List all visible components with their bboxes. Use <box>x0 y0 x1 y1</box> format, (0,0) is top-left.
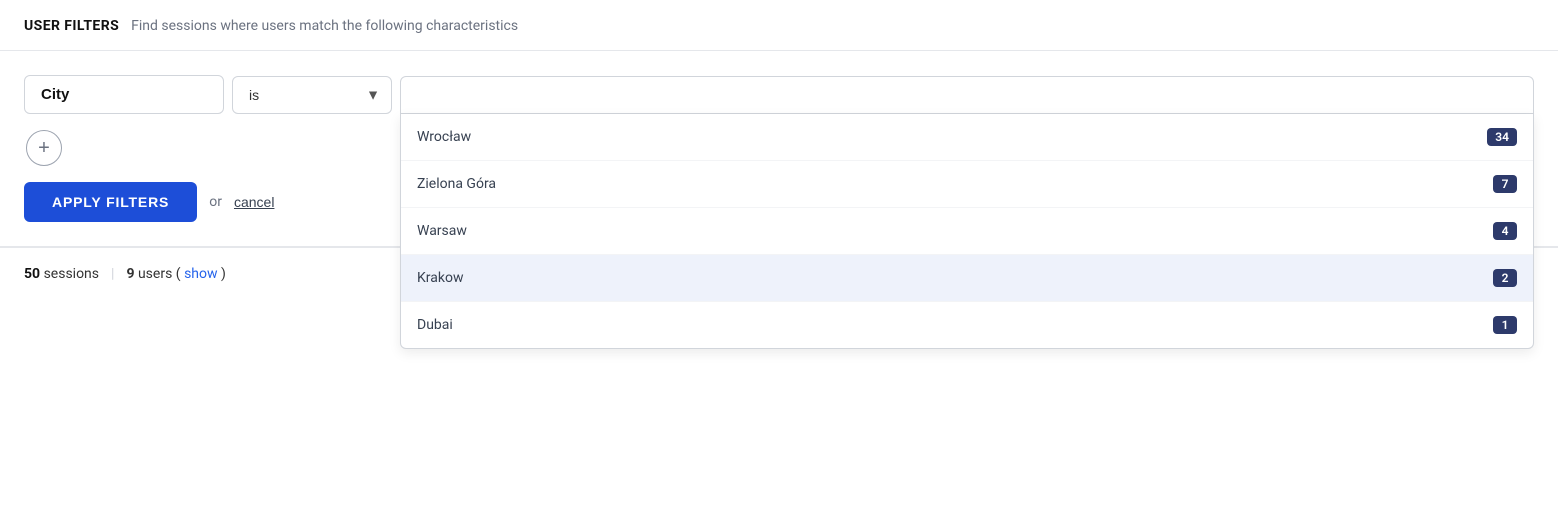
sessions-stat: 50 sessions <box>24 266 99 282</box>
header-title: USER FILTERS <box>24 18 119 34</box>
dropdown-item-label: Zielona Góra <box>417 176 496 192</box>
value-input-wrapper: Wrocław34Zielona Góra7Warsaw4Krakow2Duba… <box>400 76 1534 114</box>
dropdown-item[interactable]: Krakow 2 <box>401 255 1533 302</box>
dropdown-item-count: 1 <box>1493 316 1517 334</box>
sessions-label: sessions <box>44 266 99 282</box>
dropdown-item-label: Dubai <box>417 317 453 333</box>
dropdown-item-count: 2 <box>1493 269 1517 287</box>
show-users-link[interactable]: show <box>184 266 217 282</box>
users-stat: 9 users ( show ) <box>126 266 225 282</box>
dropdown-item[interactable]: Wrocław 34 <box>401 114 1533 161</box>
dropdown-item-label: Wrocław <box>417 129 471 145</box>
operator-select[interactable]: isis notcontainsdoes not contain <box>232 76 392 114</box>
users-count: 9 <box>126 266 134 282</box>
dropdown-item-count: 4 <box>1493 222 1517 240</box>
dropdown-item-label: Warsaw <box>417 223 467 239</box>
plus-icon: + <box>38 137 50 160</box>
users-paren-close: ) <box>221 266 226 282</box>
dropdown-item[interactable]: Warsaw 4 <box>401 208 1533 255</box>
or-text: or <box>209 194 222 210</box>
value-input[interactable] <box>400 76 1534 114</box>
filters-section: isis notcontainsdoes not contain ▼ Wrocł… <box>0 51 1558 247</box>
stats-divider: | <box>111 266 114 282</box>
operator-wrapper: isis notcontainsdoes not contain ▼ <box>232 76 392 114</box>
dropdown-item[interactable]: Zielona Góra 7 <box>401 161 1533 208</box>
header-subtitle: Find sessions where users match the foll… <box>131 18 518 34</box>
dropdown-item-count: 34 <box>1487 128 1517 146</box>
dropdown-item-count: 7 <box>1493 175 1517 193</box>
apply-filters-button[interactable]: APPLY FILTERS <box>24 182 197 222</box>
dropdown-item-label: Krakow <box>417 270 463 286</box>
filter-row: isis notcontainsdoes not contain ▼ Wrocł… <box>24 75 1534 114</box>
sessions-count: 50 <box>24 266 40 282</box>
dropdown-list: Wrocław 34 Zielona Góra 7 Warsaw 4 Krakow 2 Duba… <box>400 114 1534 349</box>
dropdown-item[interactable]: Dubai 1 <box>401 302 1533 348</box>
add-filter-button[interactable]: + <box>26 130 62 166</box>
header-section: USER FILTERS Find sessions where users m… <box>0 0 1558 51</box>
cancel-button[interactable]: cancel <box>234 194 274 210</box>
page-container: USER FILTERS Find sessions where users m… <box>0 0 1558 514</box>
field-selector[interactable] <box>24 75 224 114</box>
users-label: users ( <box>138 266 181 282</box>
